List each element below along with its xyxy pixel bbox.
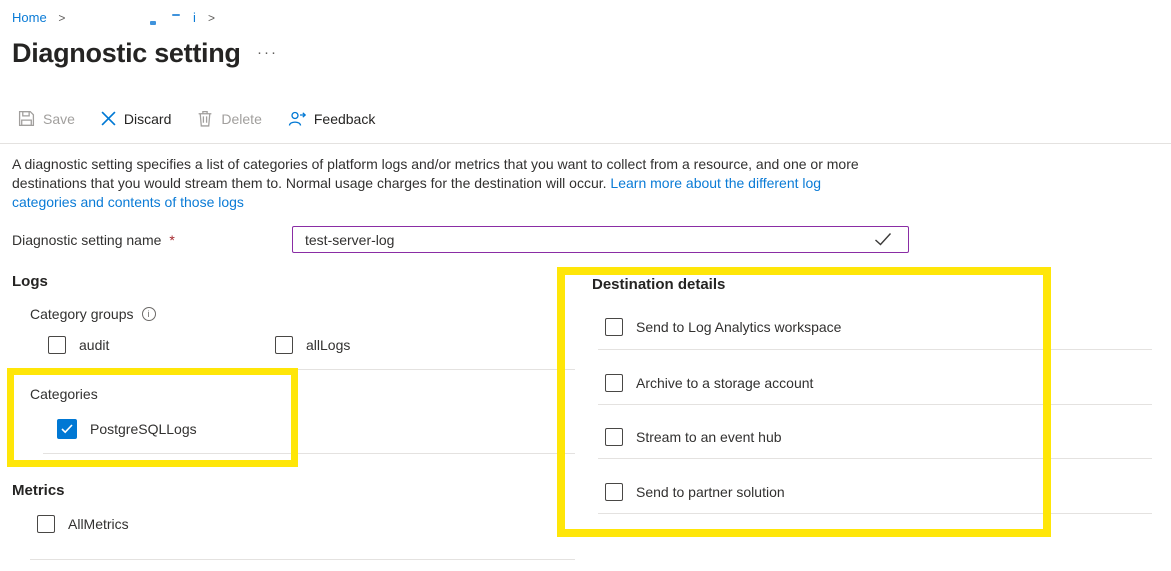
destination-option: Send to partner solution — [605, 483, 785, 501]
checkbox-send-to-partner[interactable] — [605, 483, 623, 501]
feedback-label: Feedback — [313, 110, 376, 127]
category-group-option: allLogs — [275, 336, 350, 354]
checkbox-postgresqllogs[interactable] — [57, 419, 77, 439]
page-description: A diagnostic setting specifies a list of… — [12, 155, 859, 212]
redacted-breadcrumb-fragment — [150, 21, 156, 25]
checkbox-label[interactable]: Archive to a storage account — [636, 375, 813, 391]
checkbox-label[interactable]: audit — [79, 337, 109, 353]
checkbox-archive-to-storage[interactable] — [605, 374, 623, 392]
destination-divider — [598, 404, 1152, 405]
save-button[interactable]: Save — [18, 110, 75, 127]
name-field-label-text: Diagnostic setting name — [12, 232, 162, 248]
destination-divider — [598, 458, 1152, 459]
valid-checkmark-icon — [874, 231, 892, 252]
learn-more-link[interactable]: Learn more about the different log — [610, 175, 821, 191]
section-divider — [30, 559, 575, 560]
breadcrumb: Home > — [12, 10, 65, 25]
checkbox-send-to-log-analytics[interactable] — [605, 318, 623, 336]
destination-option: Send to Log Analytics workspace — [605, 318, 841, 336]
command-bar: Save Discard Delete Feedback — [18, 110, 375, 127]
destination-option: Archive to a storage account — [605, 374, 813, 392]
checkbox-label[interactable]: AllMetrics — [68, 516, 129, 532]
section-divider — [30, 369, 575, 370]
discard-button[interactable]: Discard — [101, 111, 171, 127]
checkbox-label[interactable]: Send to partner solution — [636, 484, 785, 500]
destination-divider — [598, 513, 1152, 514]
destination-option: Stream to an event hub — [605, 428, 782, 446]
save-icon — [18, 110, 35, 127]
trash-icon — [197, 110, 213, 127]
toolbar-divider — [0, 143, 1171, 144]
section-divider — [43, 453, 575, 454]
metrics-option: AllMetrics — [37, 515, 129, 533]
categories-label: Categories — [30, 386, 98, 402]
category-groups-label: Category groups — [30, 306, 134, 322]
page-title: Diagnostic setting — [12, 38, 241, 68]
category-option: PostgreSQLLogs — [57, 419, 197, 439]
discard-x-icon — [101, 111, 116, 126]
checkbox-label[interactable]: Stream to an event hub — [636, 429, 782, 445]
destination-divider — [598, 349, 1152, 350]
breadcrumb-separator: > — [58, 11, 66, 25]
redacted-breadcrumb-fragment — [172, 14, 180, 16]
checkbox-stream-to-event-hub[interactable] — [605, 428, 623, 446]
checkbox-alllogs[interactable] — [275, 336, 293, 354]
diagnostic-setting-page: Home > i > Diagnostic setting ··· Save D… — [0, 0, 1171, 571]
category-groups-row: Category groups i — [30, 306, 156, 322]
info-icon[interactable]: i — [141, 307, 156, 321]
name-field-label: Diagnostic setting name * — [12, 232, 175, 248]
required-asterisk: * — [169, 232, 175, 248]
delete-label: Delete — [221, 110, 262, 127]
feedback-button[interactable]: Feedback — [288, 110, 375, 127]
more-options-button[interactable]: ··· — [257, 44, 278, 61]
redacted-breadcrumb-fragment: i — [193, 10, 196, 25]
discard-label: Discard — [123, 110, 172, 127]
logs-section-heading: Logs — [12, 273, 48, 290]
checkbox-audit[interactable] — [48, 336, 66, 354]
description-line: categories and contents of those logs — [12, 193, 859, 212]
checkbox-label[interactable]: PostgreSQLLogs — [90, 421, 197, 437]
checkbox-allmetrics[interactable] — [37, 515, 55, 533]
destination-details-heading: Destination details — [592, 276, 726, 293]
breadcrumb-separator: > — [208, 11, 216, 25]
save-label: Save — [43, 110, 75, 127]
checkbox-label[interactable]: Send to Log Analytics workspace — [636, 319, 841, 335]
description-text: destinations that you would stream them … — [12, 175, 611, 191]
learn-more-link[interactable]: categories and contents of those logs — [12, 194, 244, 210]
description-line: A diagnostic setting specifies a list of… — [12, 156, 859, 172]
checkbox-label[interactable]: allLogs — [306, 337, 350, 353]
feedback-person-icon — [288, 110, 306, 127]
delete-button[interactable]: Delete — [197, 110, 262, 127]
description-line: destinations that you would stream them … — [12, 174, 859, 193]
metrics-section-heading: Metrics — [12, 482, 65, 499]
diagnostic-setting-name-input[interactable] — [292, 226, 909, 253]
breadcrumb-home-link[interactable]: Home — [12, 10, 47, 25]
category-group-option: audit — [48, 336, 109, 354]
